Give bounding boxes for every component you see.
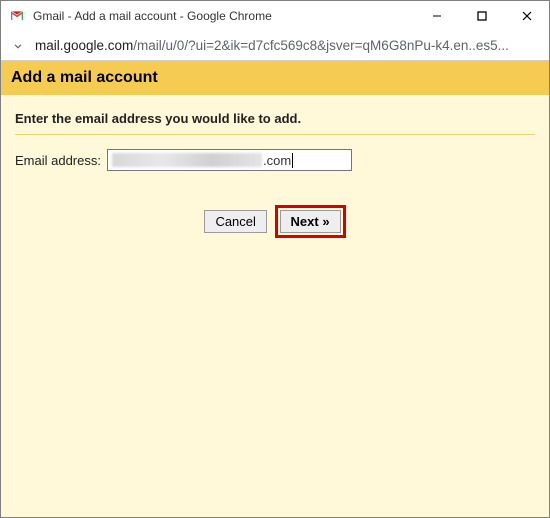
- cancel-button[interactable]: Cancel: [204, 210, 266, 233]
- minimize-button[interactable]: [414, 1, 459, 31]
- prompt-text: Enter the email address you would like t…: [15, 105, 535, 135]
- address-bar: mail.google.com/mail/u/0/?ui=2&ik=d7cfc5…: [1, 31, 549, 61]
- email-row: Email address: .com: [15, 149, 535, 171]
- url-text[interactable]: mail.google.com/mail/u/0/?ui=2&ik=d7cfc5…: [35, 38, 539, 53]
- maximize-button[interactable]: [459, 1, 504, 31]
- window-title: Gmail - Add a mail account - Google Chro…: [33, 9, 414, 23]
- page-body: Add a mail account Enter the email addre…: [1, 61, 549, 517]
- redacted-text: [112, 153, 262, 167]
- gmail-icon: [9, 8, 25, 24]
- window-controls: [414, 1, 549, 31]
- email-label: Email address:: [15, 153, 101, 168]
- url-host: mail.google.com: [35, 38, 133, 53]
- highlight-box: Next »: [275, 205, 346, 238]
- email-field[interactable]: .com: [107, 149, 352, 171]
- button-row: Cancel Next »: [15, 205, 535, 238]
- page-title: Add a mail account: [1, 61, 549, 95]
- content-area: Enter the email address you would like t…: [1, 95, 549, 248]
- chevron-down-icon[interactable]: [11, 39, 25, 53]
- window-titlebar: Gmail - Add a mail account - Google Chro…: [1, 1, 549, 31]
- email-suffix: .com: [263, 153, 291, 168]
- next-button[interactable]: Next »: [280, 210, 341, 233]
- url-path: /mail/u/0/?ui=2&ik=d7cfc569c8&jsver=qM6G…: [133, 38, 509, 53]
- text-caret: [292, 153, 293, 168]
- close-button[interactable]: [504, 1, 549, 31]
